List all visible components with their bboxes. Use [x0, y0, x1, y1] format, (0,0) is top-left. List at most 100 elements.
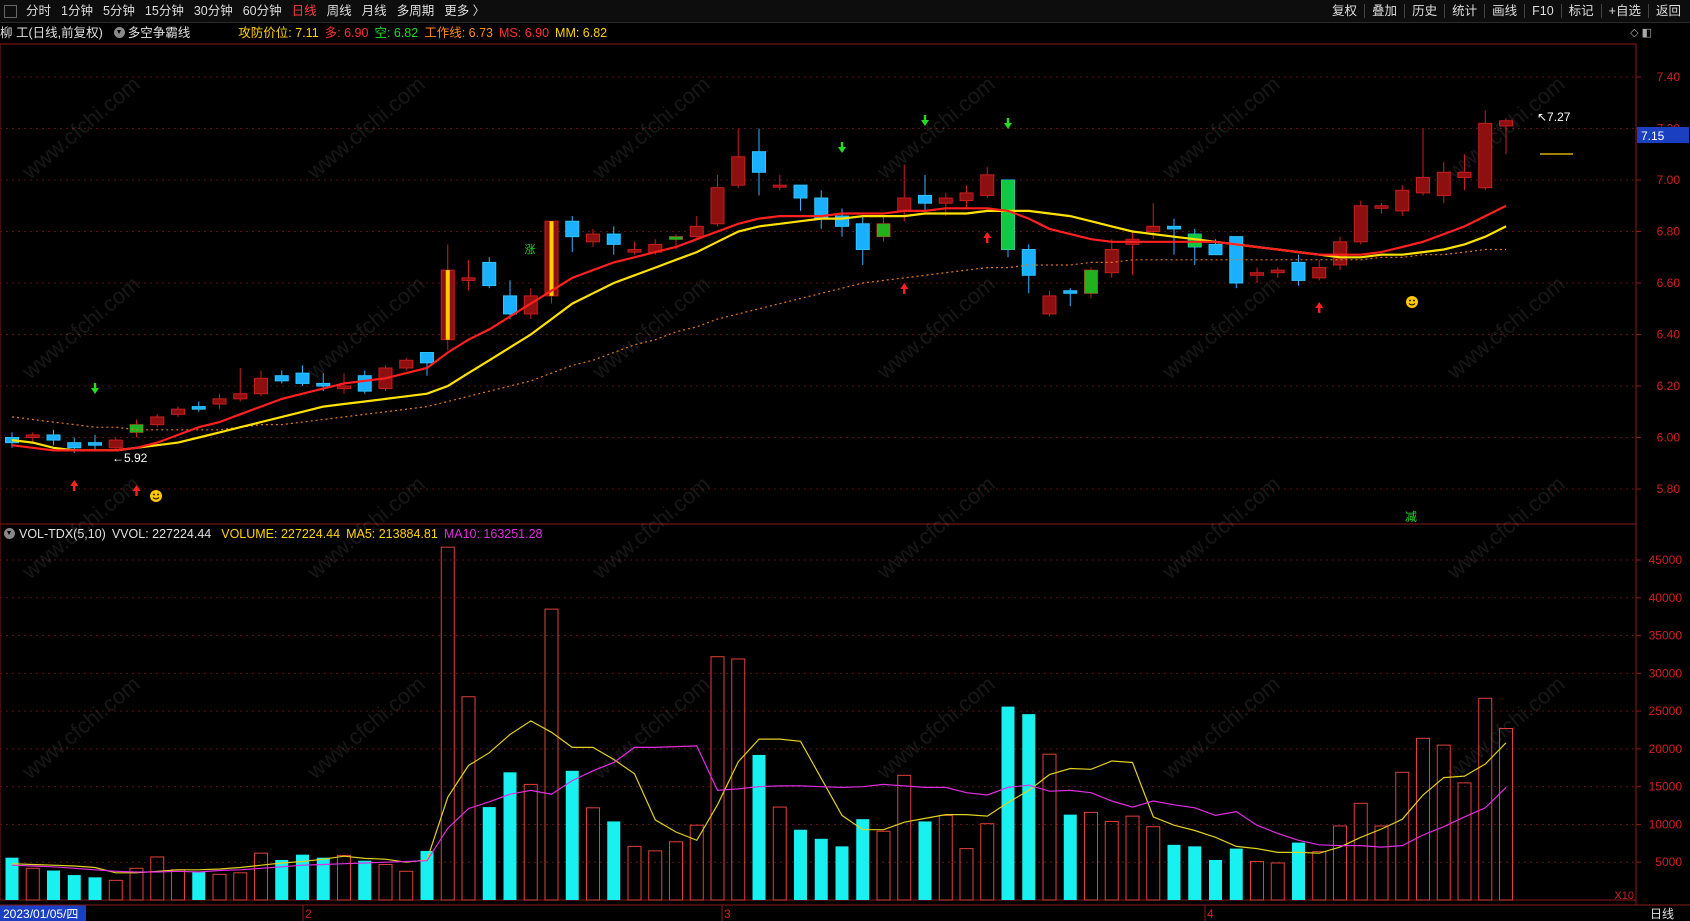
candle-body — [565, 220, 580, 238]
volume-bar-down — [1229, 848, 1243, 900]
volume-bar-up — [544, 608, 559, 901]
watermark-text: www.cfchi.com — [16, 71, 144, 184]
volume-bar-down — [835, 846, 849, 900]
watermark-text: www.cfchi.com — [586, 71, 714, 184]
candle-body — [959, 192, 974, 202]
candle-body — [254, 377, 268, 395]
price-axis-label: 6.00 — [1657, 431, 1681, 445]
watermark-text: www.cfchi.com — [301, 71, 429, 184]
watermark-text: www.cfchi.com — [301, 471, 429, 584]
watermark-text: www.cfchi.com — [16, 271, 144, 384]
volume-bar-down — [1292, 842, 1305, 900]
smiley-eye — [1409, 299, 1411, 302]
candle-body — [1104, 249, 1119, 274]
current-price-label: 7.15 — [1641, 129, 1665, 143]
candle-body — [295, 372, 310, 384]
volume-bar-up — [1125, 815, 1140, 901]
volume-bar-down — [1167, 844, 1181, 900]
candle-body — [689, 225, 704, 238]
watermark-text: www.cfchi.com — [871, 271, 999, 384]
mm-line — [11, 209, 1507, 452]
period-label: 日线 — [1650, 907, 1674, 921]
candle-body — [420, 352, 434, 364]
volume-bar-up — [378, 863, 393, 901]
candle-body — [1333, 241, 1347, 266]
volume-bar-up — [108, 879, 123, 901]
candle-body — [1021, 249, 1036, 276]
candle-body — [150, 416, 165, 426]
smiley-eye — [157, 493, 159, 496]
smiley-eye — [153, 493, 155, 496]
month-label: 2 — [305, 907, 312, 921]
price-axis-label: 7.00 — [1657, 173, 1681, 187]
candle-body — [274, 375, 289, 382]
volume-bar-up — [461, 696, 476, 901]
candle-body — [586, 233, 600, 243]
signal-label-zhang: 涨 — [525, 243, 536, 256]
watermark-text: www.cfchi.com — [1156, 271, 1284, 384]
volume-bar-down — [1022, 714, 1036, 900]
volume-bar-up — [171, 869, 185, 901]
volume-bar-down — [503, 772, 517, 900]
volume-bar-down — [918, 821, 932, 900]
volume-bar-up — [399, 870, 414, 901]
volume-bar-up — [772, 806, 787, 901]
volume-axis-label: 40000 — [1649, 591, 1683, 605]
volume-bar-up — [440, 546, 455, 901]
candle-body — [1167, 225, 1181, 230]
signal-label-jian: 减 — [1405, 510, 1417, 524]
volume-bar-up — [25, 867, 40, 901]
candle-body — [25, 434, 40, 438]
price-axis-label: 6.60 — [1657, 276, 1681, 290]
volume-bar-up — [1374, 825, 1389, 901]
volume-bar-up — [1353, 802, 1368, 901]
volume-bar-down — [565, 770, 579, 900]
price-axis-label: 7.40 — [1657, 70, 1681, 84]
candle-body — [1457, 171, 1472, 178]
month-label: 4 — [1207, 907, 1214, 921]
volume-bar-up — [897, 774, 912, 901]
volume-bar-up — [254, 852, 268, 901]
volume-axis-label: 35000 — [1649, 629, 1683, 643]
bear-signal-body — [1001, 180, 1015, 250]
volume-bar-up — [1499, 727, 1513, 901]
candle-body — [1312, 267, 1327, 279]
kline-chart[interactable]: 7.407.207.006.806.606.406.206.005.804500… — [0, 0, 1690, 921]
watermark-text: www.cfchi.com — [1441, 271, 1569, 384]
volume-bar-up — [876, 830, 891, 901]
watermark-text: www.cfchi.com — [871, 471, 999, 584]
candle-body — [897, 197, 912, 212]
price-axis-label: 6.20 — [1657, 379, 1681, 393]
candle-body — [482, 261, 497, 287]
volume-bar-up — [731, 658, 746, 901]
volume-bar-up — [710, 656, 725, 901]
candle-body — [1063, 290, 1078, 294]
candle-body — [1478, 122, 1493, 189]
volume-bar-down — [1188, 846, 1202, 900]
candle-body — [752, 151, 766, 173]
volume-bar-down — [1209, 859, 1222, 900]
volume-bar-up — [1104, 820, 1119, 901]
volume-axis-label: 25000 — [1649, 704, 1683, 718]
candle-body — [46, 434, 61, 441]
candle-body — [1291, 261, 1306, 281]
volume-bar-up — [212, 873, 227, 901]
volume-bar-down — [67, 875, 81, 900]
watermark-text: www.cfchi.com — [1441, 471, 1569, 584]
volume-axis-label: 5000 — [1655, 855, 1682, 869]
price-axis-label: 6.40 — [1657, 328, 1681, 342]
candle-body — [316, 382, 331, 387]
candle-body — [1499, 120, 1513, 127]
bear-signal-body — [130, 424, 143, 433]
volume-bar-down — [192, 872, 206, 900]
watermark-text: www.cfchi.com — [301, 671, 429, 784]
volume-bar-down — [752, 754, 766, 900]
volume-bar-down — [814, 838, 828, 900]
watermark-text: www.cfchi.com — [16, 471, 144, 584]
candle-body — [627, 249, 642, 253]
bear-signal-body — [877, 223, 890, 237]
volume-bar-down — [88, 877, 102, 900]
volume-axis-label: 15000 — [1649, 780, 1683, 794]
volume-bar-up — [959, 848, 974, 901]
volume-bar-up — [648, 850, 663, 901]
